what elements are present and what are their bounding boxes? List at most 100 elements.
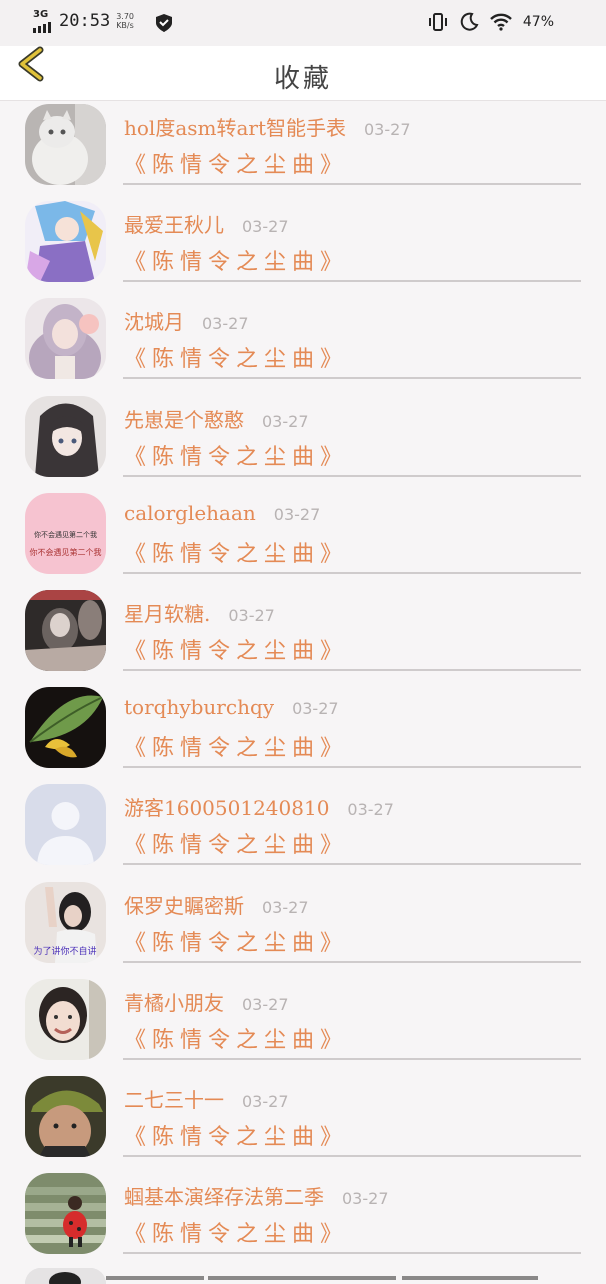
- shield-check-icon: [156, 14, 172, 32]
- divider: [123, 863, 581, 866]
- list-item[interactable]: 先崽是个憨憨 03-27 《陈情令之尘曲》: [0, 392, 606, 489]
- app-header: 收藏: [0, 46, 606, 101]
- user-name[interactable]: 蝈基本演绎存法第二季: [124, 1185, 324, 1209]
- list-item[interactable]: 游客1600501240810 03-27 《陈情令之尘曲》: [0, 780, 606, 877]
- date: 03-27: [292, 699, 339, 719]
- user-name[interactable]: calorglehaan: [124, 501, 256, 525]
- date: 03-27: [228, 605, 275, 625]
- status-time: 20:53: [59, 11, 111, 31]
- divider: [123, 571, 581, 574]
- divider: [123, 1252, 581, 1255]
- avatar[interactable]: [25, 784, 106, 866]
- list-item[interactable]: hol度asm转art智能手表 03-27 《陈情令之尘曲》: [0, 100, 606, 197]
- user-name[interactable]: 星月软糖.: [124, 602, 210, 626]
- network-speed: 3.70 KB/s: [116, 12, 134, 30]
- song-title[interactable]: 《陈情令之尘曲》: [124, 439, 348, 471]
- avatar[interactable]: [25, 104, 106, 185]
- user-name[interactable]: 沈城月: [124, 310, 184, 334]
- user-name-line[interactable]: 游客1600501240810 03-27: [124, 792, 394, 821]
- song-title[interactable]: 《陈情令之尘曲》: [124, 633, 348, 665]
- user-name-line[interactable]: torqhyburchqy 03-27: [124, 695, 339, 719]
- divider: [123, 377, 581, 380]
- list-item[interactable]: 蝈基本演绎存法第二季 03-27 《陈情令之尘曲》: [0, 1169, 606, 1266]
- favorites-list: hol度asm转art智能手表 03-27 《陈情令之尘曲》 最爱王秋儿 03-27 《陈…: [0, 100, 606, 1266]
- wifi-icon: [490, 13, 512, 31]
- list-item[interactable]: torqhyburchqy 03-27 《陈情令之尘曲》: [0, 683, 606, 780]
- avatar-text: 你不会遇见第二个我: [30, 547, 102, 557]
- user-name-line[interactable]: calorglehaan 03-27: [124, 501, 320, 525]
- song-title[interactable]: 《陈情令之尘曲》: [124, 1216, 348, 1248]
- avatar[interactable]: [25, 298, 106, 380]
- divider: [123, 1154, 581, 1157]
- song-title[interactable]: 《陈情令之尘曲》: [124, 147, 348, 179]
- song-title[interactable]: 《陈情令之尘曲》: [124, 827, 348, 859]
- list-item[interactable]: 为了讲你不自讲 保罗史瞩密斯 03-27 《陈情令之尘曲》: [0, 878, 606, 975]
- divider: [123, 280, 581, 283]
- avatar[interactable]: [25, 1173, 106, 1255]
- divider: [123, 766, 581, 769]
- cellular-signal: 3G: [33, 10, 51, 33]
- list-item[interactable]: 沈城月 03-27 《陈情令之尘曲》: [0, 294, 606, 391]
- user-name[interactable]: torqhyburchqy: [124, 695, 274, 719]
- divider: [123, 183, 581, 185]
- song-title[interactable]: 《陈情令之尘曲》: [124, 341, 348, 373]
- date: 03-27: [273, 504, 321, 524]
- user-name[interactable]: 游客1600501240810: [124, 796, 329, 820]
- signal-bars-icon: [33, 22, 51, 33]
- user-name-line[interactable]: 最爱王秋儿 03-27: [124, 209, 289, 238]
- avatar-text: 你不会遇见第二个我: [34, 530, 97, 539]
- avatar[interactable]: 你不会遇见第二个我 你不会遇见第二个我: [25, 492, 106, 574]
- status-bar: 3G 20:53 3.70 KB/s 47%: [0, 0, 606, 46]
- song-title[interactable]: 《陈情令之尘曲》: [124, 244, 348, 276]
- user-name-line[interactable]: 蝈基本演绎存法第二季 03-27: [124, 1181, 389, 1210]
- battery-percent: 47%: [522, 14, 554, 30]
- date: 03-27: [364, 120, 411, 139]
- list-item-partial: [0, 1266, 606, 1284]
- vibrate-icon: [428, 13, 447, 31]
- list-item[interactable]: 你不会遇见第二个我 你不会遇见第二个我 calorglehaan 03-27 《陈情令之…: [0, 489, 606, 586]
- avatar[interactable]: 为了讲你不自讲: [25, 881, 106, 963]
- user-name[interactable]: 先崽是个憨憨: [124, 408, 244, 432]
- user-name[interactable]: 保罗史瞩密斯: [124, 894, 244, 918]
- avatar[interactable]: [25, 201, 106, 283]
- date: 03-27: [262, 411, 309, 431]
- avatar: [25, 1268, 106, 1284]
- user-name-line[interactable]: hol度asm转art智能手表 03-27: [124, 112, 411, 141]
- avatar[interactable]: [25, 687, 106, 769]
- speed-unit: KB/s: [116, 21, 134, 30]
- divider: [123, 668, 581, 671]
- divider: [123, 1057, 581, 1060]
- user-name[interactable]: hol度asm转art智能手表: [124, 116, 346, 140]
- song-title[interactable]: 《陈情令之尘曲》: [124, 925, 348, 957]
- list-item[interactable]: 最爱王秋儿 03-27 《陈情令之尘曲》: [0, 197, 606, 294]
- song-title[interactable]: 《陈情令之尘曲》: [124, 730, 348, 762]
- list-item[interactable]: 星月软糖. 03-27 《陈情令之尘曲》: [0, 586, 606, 683]
- network-type: 3G: [33, 9, 49, 20]
- user-name[interactable]: 最爱王秋儿: [124, 213, 224, 237]
- user-name-line[interactable]: 星月软糖. 03-27: [124, 598, 275, 627]
- avatar[interactable]: [25, 978, 106, 1060]
- song-title[interactable]: 《陈情令之尘曲》: [124, 536, 348, 568]
- moon-icon: [460, 12, 479, 31]
- avatar[interactable]: [25, 1075, 106, 1157]
- user-name[interactable]: 二七三十一: [124, 1088, 224, 1112]
- user-name[interactable]: 青橘小朋友: [124, 991, 224, 1015]
- date: 03-27: [347, 800, 394, 820]
- user-name-line[interactable]: 青橘小朋友 03-27: [124, 987, 289, 1016]
- user-name-line[interactable]: 先崽是个憨憨 03-27: [124, 404, 309, 433]
- user-name-line[interactable]: 二七三十一 03-27: [124, 1084, 289, 1113]
- avatar-text: 为了讲你不自讲: [33, 945, 96, 957]
- song-title[interactable]: 《陈情令之尘曲》: [124, 1119, 348, 1151]
- date: 03-27: [242, 994, 289, 1014]
- avatar[interactable]: [25, 589, 106, 671]
- avatar[interactable]: [25, 395, 106, 477]
- list-item[interactable]: 二七三十一 03-27 《陈情令之尘曲》: [0, 1072, 606, 1169]
- divider: [123, 474, 581, 477]
- user-name-line[interactable]: 沈城月 03-27: [124, 306, 249, 335]
- user-name-line[interactable]: 保罗史瞩密斯 03-27: [124, 890, 309, 919]
- list-item[interactable]: 青橘小朋友 03-27 《陈情令之尘曲》: [0, 975, 606, 1072]
- song-title[interactable]: 《陈情令之尘曲》: [124, 1022, 348, 1054]
- date: 03-27: [242, 1091, 289, 1111]
- speed-value: 3.70: [116, 12, 134, 21]
- page-title: 收藏: [273, 64, 332, 94]
